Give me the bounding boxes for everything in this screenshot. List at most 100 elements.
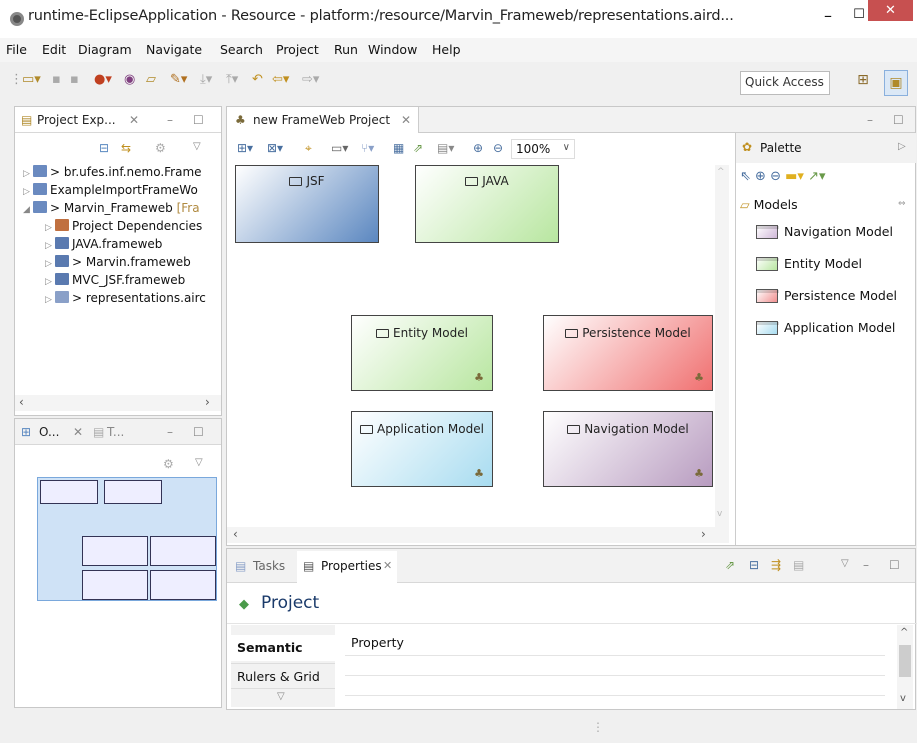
advanced-icon[interactable]: ⇶ <box>771 558 781 572</box>
node-java[interactable]: JAVA <box>415 165 559 243</box>
menu-run[interactable]: Run <box>334 42 358 57</box>
scroll-down-icon[interactable]: v <box>900 693 906 704</box>
maximize-view-icon[interactable]: ☐ <box>193 113 204 127</box>
tree-item-marvin-frameweb[interactable]: ◢ > Marvin_Frameweb [Fra <box>23 201 200 215</box>
connector-tool-icon[interactable]: ↗▾ <box>808 169 825 184</box>
filter-icon[interactable]: ⚙ <box>155 141 166 155</box>
menu-window[interactable]: Window <box>368 42 417 57</box>
new-icon[interactable]: ▭▾ <box>22 72 41 87</box>
outline-filter-icon[interactable]: ⚙ <box>163 457 174 471</box>
categories-icon[interactable]: ⊟ <box>749 558 759 572</box>
maximize-props-icon[interactable]: ☐ <box>889 558 900 572</box>
next-annotation-icon[interactable]: ⤓▾ <box>200 72 212 87</box>
task-list-tab[interactable]: T... <box>107 425 124 439</box>
open-type-icon[interactable]: ▱ <box>146 72 156 87</box>
tree-item-representations[interactable]: ▷ > representations.airc <box>45 291 206 305</box>
close-outline-icon[interactable]: ✕ <box>73 425 83 439</box>
scroll-left-icon[interactable]: ‹ <box>233 527 238 541</box>
outline-thumbnail[interactable] <box>37 477 217 601</box>
node-entity-model[interactable]: Entity Model ♣ <box>351 315 493 391</box>
last-edit-icon[interactable]: ↶ <box>252 72 263 87</box>
forward-icon[interactable]: ⇨▾ <box>302 72 319 87</box>
arrange-icon[interactable]: ⊞▾ <box>237 141 253 155</box>
menu-project[interactable]: Project <box>276 42 319 57</box>
prev-annotation-icon[interactable]: ⤒▾ <box>226 72 238 87</box>
palette-group-models[interactable]: ▱ Models <box>740 197 798 212</box>
save-icon[interactable]: ▪ <box>52 72 61 87</box>
layers-icon[interactable]: ⑂▾ <box>361 141 374 155</box>
scroll-up-icon[interactable]: ^ <box>900 627 908 638</box>
palette-entity-model[interactable]: Entity Model <box>784 256 862 271</box>
minimize-outline-icon[interactable]: – <box>167 425 173 439</box>
menu-diagram[interactable]: Diagram <box>78 42 132 57</box>
close-button[interactable]: ✕ <box>868 0 913 21</box>
zoom-select[interactable]: 100% ∨ <box>511 139 575 159</box>
minimize-props-icon[interactable]: – <box>863 558 869 572</box>
diagram-canvas[interactable]: JSF JAVA Entity Model ♣ Persistence Mode… <box>227 165 727 527</box>
select-all-icon[interactable]: ⊠▾ <box>267 141 283 155</box>
tree-item-br-ufes[interactable]: ▷ > br.ufes.inf.nemo.Frame <box>23 165 202 179</box>
maximize-outline-icon[interactable]: ☐ <box>193 425 204 439</box>
maximize-editor-icon[interactable]: ☐ <box>893 113 904 127</box>
open-perspective-icon[interactable]: ⊞ <box>852 72 874 94</box>
debug-icon[interactable]: ●▾ <box>94 72 112 87</box>
collapse-all-icon[interactable]: ⊟ <box>99 141 109 155</box>
save-all-icon[interactable]: ▪ <box>70 72 79 87</box>
quick-access-field[interactable]: Quick Access <box>740 71 830 95</box>
note-tool-icon[interactable]: ▬▾ <box>785 169 804 184</box>
outline-tab[interactable]: O... <box>39 425 59 439</box>
resource-perspective-icon[interactable]: ▣ <box>884 70 908 96</box>
node-navigation-model[interactable]: Navigation Model ♣ <box>543 411 713 487</box>
zoom-in-tool-icon[interactable]: ⊕ <box>755 169 766 184</box>
refresh-icon[interactable]: ▦ <box>393 141 404 155</box>
menu-search[interactable]: Search <box>220 42 263 57</box>
link-editor-icon[interactable]: ⇆ <box>121 141 131 155</box>
select-tool-icon[interactable]: ⇖ <box>740 169 751 184</box>
menu-navigate[interactable]: Navigate <box>146 42 202 57</box>
more-tabs-icon[interactable]: ▽ <box>277 691 285 702</box>
properties-scrollbar[interactable]: ^ v <box>897 625 913 709</box>
filter-shape-icon[interactable]: ▭▾ <box>331 141 348 155</box>
tree-item-marvin-frameweb-file[interactable]: ▷ > Marvin.frameweb <box>45 255 191 269</box>
editor-horizontal-scrollbar[interactable]: ‹ › <box>227 527 729 543</box>
export-icon[interactable]: ⇗ <box>413 141 423 155</box>
editor-tab[interactable]: ♣ new FrameWeb Project ✕ <box>227 107 419 133</box>
tree-item-java-frameweb[interactable]: ▷ JAVA.frameweb <box>45 237 162 251</box>
project-explorer-tab[interactable]: Project Exp... <box>37 113 116 127</box>
tree-item-example-import[interactable]: ▷ ExampleImportFrameWo <box>23 183 198 197</box>
outline-menu-icon[interactable]: ▽ <box>195 457 203 468</box>
zoom-in-icon[interactable]: ⊕ <box>473 141 483 155</box>
node-jsf[interactable]: JSF <box>235 165 379 243</box>
coverage-icon[interactable]: ◉ <box>124 72 135 87</box>
export-props-icon[interactable]: ⇗ <box>725 558 735 572</box>
props-menu-icon[interactable]: ▽ <box>841 558 849 569</box>
close-tab-icon[interactable]: ✕ <box>129 113 139 127</box>
vertical-scrollbar[interactable]: ^ v <box>715 165 729 527</box>
close-editor-icon[interactable]: ✕ <box>401 113 411 127</box>
tab-semantic[interactable]: Semantic <box>231 635 335 661</box>
palette-navigation-model[interactable]: Navigation Model <box>784 224 893 239</box>
horizontal-scrollbar[interactable]: ‹ › <box>15 395 221 411</box>
tree-item-project-dependencies[interactable]: ▷ Project Dependencies <box>45 219 202 233</box>
palette-collapse-icon[interactable]: ▷ <box>898 141 906 152</box>
view-menu-icon[interactable]: ▽ <box>193 141 201 152</box>
menu-file[interactable]: File <box>6 42 27 57</box>
properties-tab[interactable]: ▤ Properties ✕ <box>297 551 397 583</box>
scroll-right-icon[interactable]: › <box>701 527 706 541</box>
minimize-button[interactable]: – <box>816 5 840 27</box>
scrollbar-thumb[interactable] <box>899 645 911 677</box>
menu-help[interactable]: Help <box>432 42 461 57</box>
tree-item-mvc-jsf[interactable]: ▷ MVC_JSF.frameweb <box>45 273 185 287</box>
minimize-view-icon[interactable]: – <box>167 113 173 127</box>
zoom-out-icon[interactable]: ⊖ <box>493 141 503 155</box>
tasks-tab[interactable]: Tasks <box>253 559 285 573</box>
pin-icon[interactable]: ⌖ <box>305 141 312 156</box>
scroll-down-icon[interactable]: v <box>717 509 722 519</box>
palette-application-model[interactable]: Application Model <box>784 320 895 335</box>
scroll-left-icon[interactable]: ‹ <box>19 395 24 409</box>
minimize-editor-icon[interactable]: – <box>867 113 873 127</box>
close-properties-icon[interactable]: ✕ <box>383 559 392 572</box>
tab-rulers-grid[interactable]: Rulers & Grid <box>231 663 335 689</box>
print-icon[interactable]: ▤▾ <box>437 141 454 155</box>
back-icon[interactable]: ⇦▾ <box>272 72 289 87</box>
